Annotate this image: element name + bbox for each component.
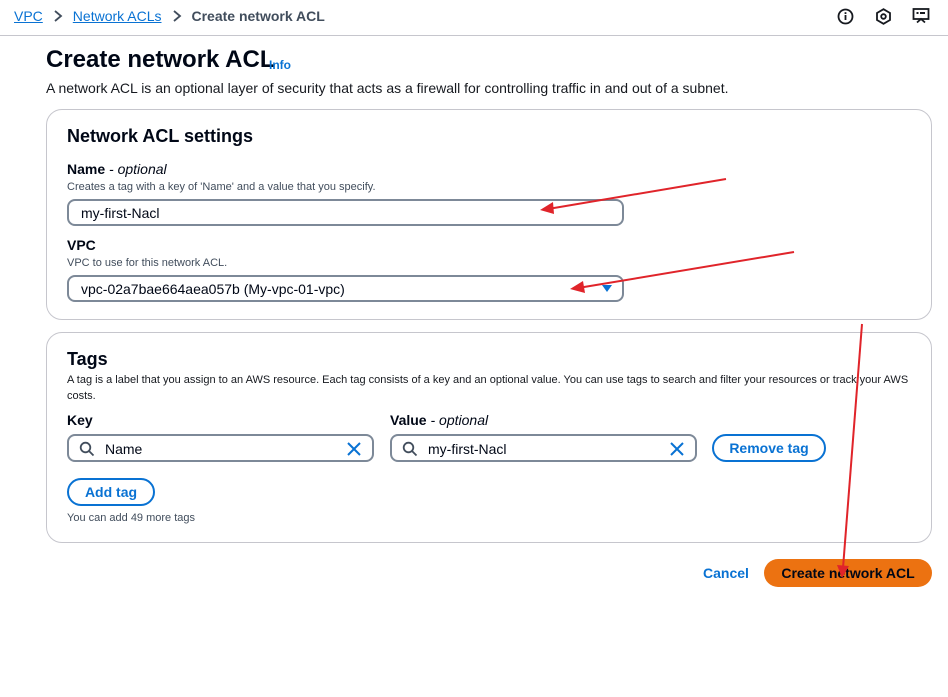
tags-panel: Tags A tag is a label that you assign to… bbox=[46, 332, 932, 543]
cancel-button[interactable]: Cancel bbox=[703, 565, 749, 581]
caret-down-icon bbox=[602, 285, 612, 292]
name-label-text: Name bbox=[67, 161, 106, 177]
name-field-hint: Creates a tag with a key of 'Name' and a… bbox=[67, 181, 376, 193]
hexagon-settings-icon[interactable] bbox=[874, 7, 892, 25]
tag-value-label-text: Value bbox=[390, 412, 427, 428]
page-description: A network ACL is an optional layer of se… bbox=[46, 80, 729, 96]
tags-description: A tag is a label that you assign to an A… bbox=[67, 374, 909, 402]
settings-heading: Network ACL settings bbox=[67, 126, 254, 146]
top-bar: VPC Network ACLs Create network ACL bbox=[0, 0, 948, 36]
tag-key-label: Key bbox=[67, 412, 93, 428]
chevron-right-icon bbox=[172, 10, 182, 22]
name-field-label: Name - optional bbox=[67, 161, 167, 177]
info-link[interactable]: Info bbox=[269, 58, 291, 72]
info-circle-icon[interactable] bbox=[836, 7, 854, 25]
breadcrumb-current: Create network ACL bbox=[191, 8, 325, 24]
name-input-value: my-first-Nacl bbox=[81, 204, 160, 221]
tag-value-label: Value - optional bbox=[390, 412, 489, 428]
network-acl-settings-panel: Network ACL settings Name - optional Cre… bbox=[46, 109, 932, 320]
name-optional-text: optional bbox=[117, 161, 167, 177]
top-bar-icons bbox=[836, 7, 930, 25]
page-title: Create network ACL bbox=[46, 46, 275, 73]
console-feedback-icon[interactable] bbox=[912, 7, 930, 25]
tag-value-optional-text: optional bbox=[439, 412, 489, 428]
vpc-select-value: vpc-02a7bae664aea057b (My-vpc-01-vpc) bbox=[81, 280, 345, 297]
vpc-select[interactable]: vpc-02a7bae664aea057b (My-vpc-01-vpc) bbox=[67, 275, 624, 302]
remove-tag-button[interactable]: Remove tag bbox=[712, 434, 826, 462]
tags-heading: Tags bbox=[67, 349, 108, 369]
create-network-acl-button[interactable]: Create network ACL bbox=[764, 559, 932, 587]
name-input[interactable]: my-first-Nacl bbox=[67, 199, 624, 226]
add-tag-button[interactable]: Add tag bbox=[67, 478, 155, 506]
breadcrumb: VPC Network ACLs Create network ACL bbox=[14, 8, 325, 24]
clear-icon[interactable] bbox=[346, 441, 362, 460]
tag-key-value: Name bbox=[105, 441, 143, 457]
search-icon bbox=[402, 441, 418, 460]
clear-icon[interactable] bbox=[669, 441, 685, 460]
breadcrumb-vpc-link[interactable]: VPC bbox=[14, 8, 43, 24]
search-icon bbox=[79, 441, 95, 460]
tag-value-value: my-first-Nacl bbox=[428, 441, 507, 457]
breadcrumb-network-acls-link[interactable]: Network ACLs bbox=[73, 8, 162, 24]
vpc-field-hint: VPC to use for this network ACL. bbox=[67, 257, 228, 269]
vpc-field-label: VPC bbox=[67, 237, 96, 253]
tag-key-input[interactable]: Name bbox=[67, 434, 374, 462]
tags-remaining-text: You can add 49 more tags bbox=[67, 512, 196, 524]
tag-value-input[interactable]: my-first-Nacl bbox=[390, 434, 697, 462]
chevron-right-icon bbox=[53, 10, 63, 22]
